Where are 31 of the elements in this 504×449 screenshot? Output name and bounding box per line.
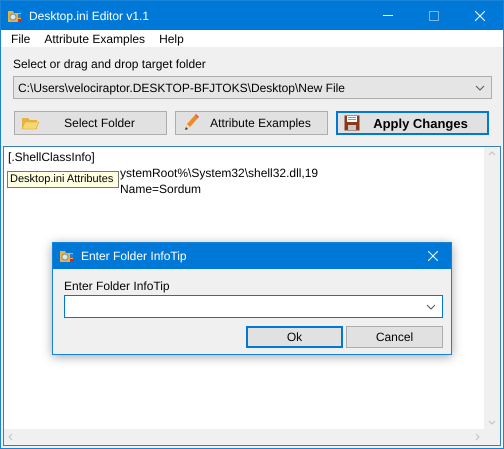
- pencil-icon: [182, 113, 200, 133]
- infotip-label: Enter Folder InfoTip: [64, 279, 171, 293]
- dialog-button[interactable]: Cancel: [346, 326, 443, 348]
- vertical-scrollbar[interactable]: [484, 147, 500, 429]
- folder-icon: [21, 116, 39, 130]
- close-icon[interactable]: [428, 251, 438, 261]
- menu-item[interactable]: File: [4, 32, 38, 46]
- horizontal-scrollbar[interactable]: [4, 429, 484, 445]
- tooltip: Desktop.ini Attributes: [7, 171, 119, 188]
- action-button[interactable]: Apply Changes: [336, 111, 489, 135]
- folder-path-dropdown[interactable]: C:\Users\velociraptor.DESKTOP-BFJTOKS\Desktop\New File: [13, 76, 492, 99]
- editor-line: Name=Sordum: [120, 181, 202, 197]
- folder-label: Select or drag and drop target folder: [13, 57, 207, 71]
- scroll-up-icon[interactable]: [488, 151, 496, 156]
- maximize-icon[interactable]: [429, 10, 439, 20]
- scroll-down-icon[interactable]: [488, 420, 496, 425]
- scroll-left-icon[interactable]: [8, 433, 13, 441]
- dialog-button[interactable]: Ok: [246, 326, 343, 348]
- menu-item[interactable]: Attribute Examples: [37, 32, 152, 46]
- app-icon: [59, 248, 75, 264]
- action-button[interactable]: Attribute Examples: [175, 111, 328, 135]
- window-title: Desktop.ini Editor v1.1: [29, 8, 150, 22]
- infotip-dropdown[interactable]: [64, 295, 443, 318]
- dialog-title: Enter Folder InfoTip: [81, 249, 188, 263]
- close-icon[interactable]: [475, 10, 485, 20]
- scroll-right-icon[interactable]: [475, 433, 480, 441]
- editor-line: [.ShellClassInfo]: [8, 149, 95, 165]
- action-button[interactable]: Select Folder: [14, 111, 167, 135]
- editor-line: ystemRoot%\System32\shell32.dll,19: [120, 165, 318, 181]
- menu-item[interactable]: Help: [152, 32, 191, 46]
- minimize-icon[interactable]: [383, 15, 393, 16]
